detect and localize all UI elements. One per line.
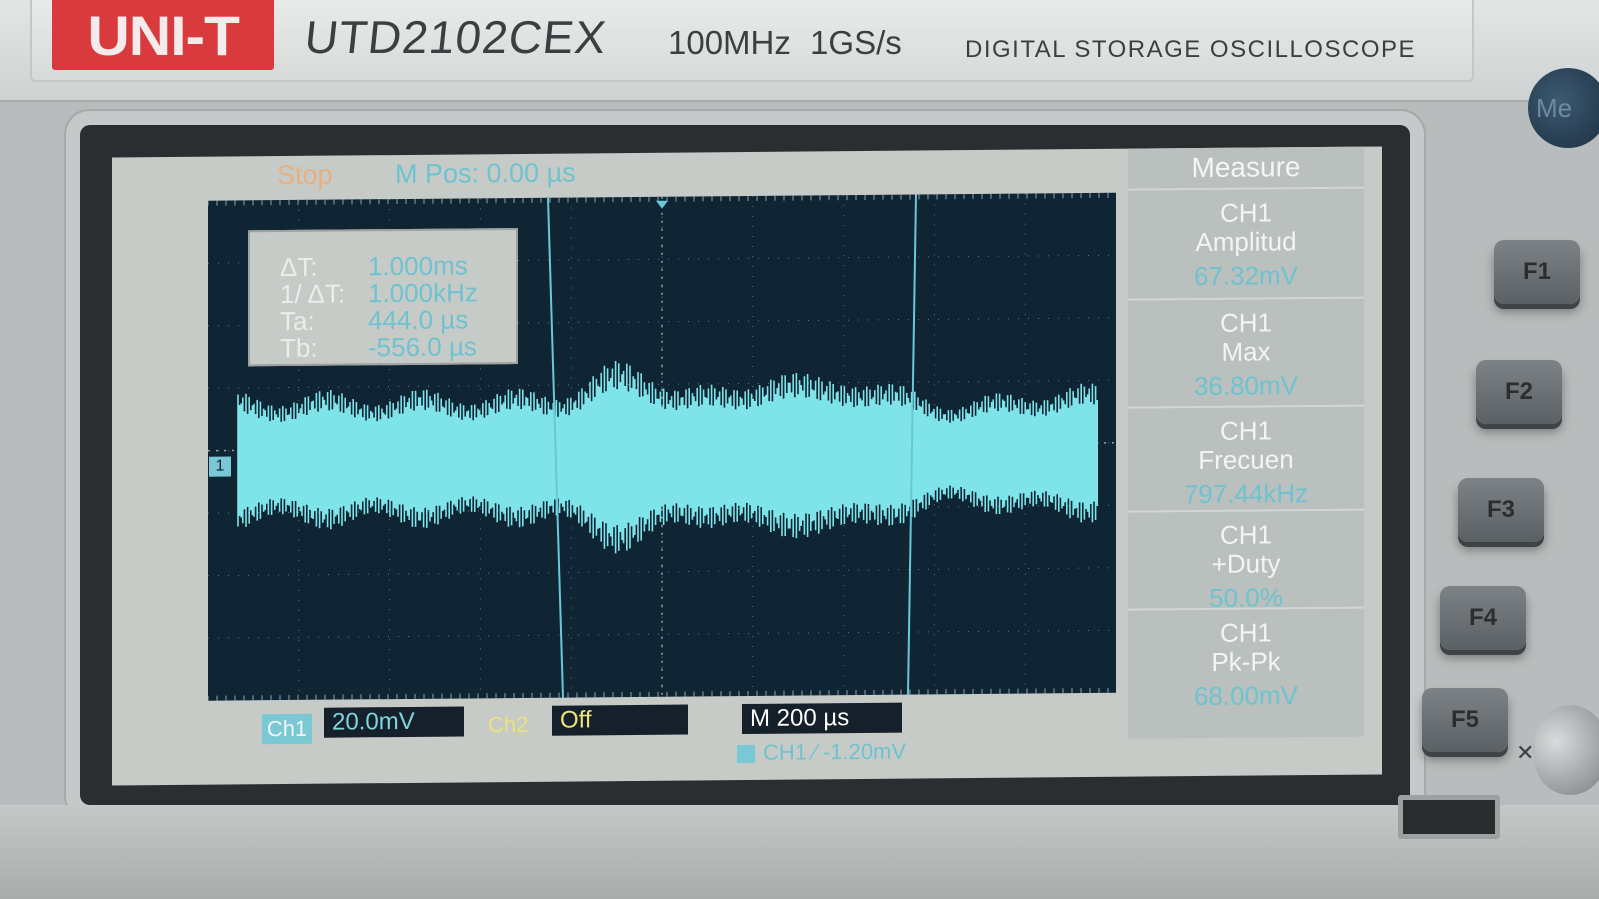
- status-bar: Ch1 20.0mV Ch2 Off M 200 µs CH1 ∕ -1.20m…: [262, 700, 1222, 778]
- timebase: M 200 µs: [742, 702, 902, 735]
- measure-item-duty[interactable]: CH1 +Duty 50.0%: [1128, 508, 1364, 613]
- ch1-scale: 20.0mV: [324, 706, 464, 738]
- measure-channel: CH1: [1219, 617, 1272, 648]
- rotary-knob[interactable]: [1535, 705, 1599, 795]
- measure-channel: CH1: [1219, 519, 1272, 550]
- ch1-level-marker: 1: [209, 456, 231, 477]
- measure-name: Amplitud: [1195, 226, 1297, 258]
- device-description: DIGITAL STORAGE OSCILLOSCOPE: [965, 36, 1416, 63]
- spec-text: 100MHz 1GS/s: [668, 24, 902, 61]
- measure-panel: Measure CH1 Amplitud 67.32mV CH1 Max 36.…: [1128, 146, 1364, 739]
- f5-button[interactable]: F5: [1422, 688, 1508, 752]
- ch2-state: Off: [552, 704, 688, 736]
- tb-label: Tb:: [280, 332, 318, 364]
- horizontal-position: M Pos: 0.00 µs: [395, 157, 576, 190]
- ch1-tag: Ch1: [262, 713, 312, 745]
- measure-item-amplitude[interactable]: CH1 Amplitud 67.32mV: [1128, 186, 1364, 291]
- ch2-tag: Ch2: [488, 711, 529, 738]
- measure-value: 67.32mV: [1193, 260, 1299, 292]
- measure-channel: CH1: [1219, 307, 1272, 338]
- measure-channel: CH1: [1219, 415, 1272, 446]
- model-name: UTD2102CEX: [302, 11, 610, 63]
- tb-value: -556.0 µs: [368, 331, 477, 363]
- waveform-display: ΔT: 1.000ms 1/ ΔT: 1.000kHz Ta: 444.0 µs…: [208, 192, 1116, 701]
- measure-value: 36.80mV: [1193, 370, 1299, 402]
- lcd-screen: Stop M Pos: 0.00 µs ΔT: 1.000ms 1/ ΔT: 1…: [112, 146, 1382, 786]
- bottom-bezel: [0, 805, 1599, 899]
- f1-button[interactable]: F1: [1494, 240, 1580, 304]
- measure-channel: CH1: [1219, 197, 1272, 228]
- measure-item-max[interactable]: CH1 Max 36.80mV: [1128, 296, 1364, 401]
- f4-button[interactable]: F4: [1440, 586, 1526, 650]
- brand-logo: UNI-T: [52, 0, 274, 70]
- measure-name: Frecuen: [1198, 444, 1294, 476]
- measure-name: Max: [1221, 336, 1271, 367]
- power-button[interactable]: Me: [1528, 68, 1599, 148]
- run-state: Stop: [277, 159, 333, 191]
- measure-name: Pk-Pk: [1211, 646, 1281, 677]
- usb-port[interactable]: [1398, 795, 1500, 839]
- trigger-info: CH1 ∕ -1.20mV: [737, 739, 906, 766]
- trigger-position-marker: [656, 200, 668, 209]
- trigger-text: CH1 ∕ -1.20mV: [763, 738, 907, 765]
- cursor-readout: ΔT: 1.000ms 1/ ΔT: 1.000kHz Ta: 444.0 µs…: [248, 227, 518, 367]
- f2-button[interactable]: F2: [1476, 360, 1562, 424]
- trigger-icon: [737, 745, 755, 764]
- measure-item-pkpk[interactable]: CH1 Pk-Pk 68.00mV: [1128, 606, 1364, 711]
- measure-item-frequency[interactable]: CH1 Frecuen 797.44kHz: [1128, 404, 1364, 509]
- measure-name: +Duty: [1211, 548, 1281, 579]
- power-label: Me: [1536, 92, 1573, 123]
- f3-button[interactable]: F3: [1458, 478, 1544, 542]
- logo-text: UNI-T: [87, 3, 240, 67]
- x-icon: ✕: [1516, 740, 1535, 765]
- measure-title: Measure: [1191, 151, 1301, 184]
